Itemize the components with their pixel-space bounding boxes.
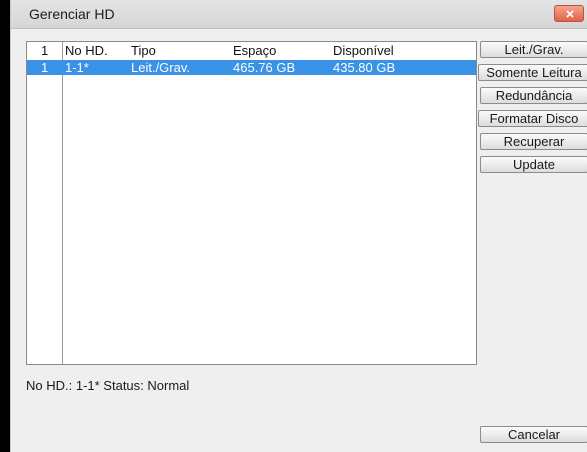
- header-index: 1: [41, 43, 49, 58]
- row-available: 435.80 GB: [333, 60, 396, 75]
- table-header: 1 No HD. Tipo Espaço Disponível: [27, 43, 476, 58]
- header-type[interactable]: Tipo: [131, 43, 156, 58]
- redundancy-button[interactable]: Redundância: [480, 87, 587, 104]
- close-button[interactable]: [554, 5, 584, 22]
- title-bar: Gerenciar HD: [11, 0, 587, 29]
- read-write-button[interactable]: Leit./Grav.: [480, 41, 587, 58]
- row-index: 1: [41, 60, 49, 75]
- format-disk-button[interactable]: Formatar Disco: [478, 110, 587, 127]
- close-icon: [566, 10, 574, 18]
- disk-table: 1 No HD. Tipo Espaço Disponível 1 1-1* L…: [26, 41, 477, 365]
- header-hd-number[interactable]: No HD.: [65, 43, 108, 58]
- update-button[interactable]: Update: [480, 156, 587, 173]
- recover-button[interactable]: Recuperar: [480, 133, 587, 150]
- column-divider: [62, 42, 63, 364]
- row-type: Leit./Grav.: [131, 60, 191, 75]
- manage-hd-dialog: Gerenciar HD 1 No HD. Tipo Espaço Dispon…: [10, 0, 587, 452]
- read-only-button[interactable]: Somente Leitura: [478, 64, 587, 81]
- cancel-button[interactable]: Cancelar: [480, 426, 587, 443]
- dialog-title: Gerenciar HD: [29, 6, 115, 22]
- table-row[interactable]: 1 1-1* Leit./Grav. 465.76 GB 435.80 GB: [27, 60, 476, 75]
- row-space: 465.76 GB: [233, 60, 296, 75]
- row-hd-number: 1-1*: [65, 60, 89, 75]
- header-space[interactable]: Espaço: [233, 43, 276, 58]
- header-available[interactable]: Disponível: [333, 43, 394, 58]
- disk-status-text: No HD.: 1-1* Status: Normal: [26, 378, 190, 393]
